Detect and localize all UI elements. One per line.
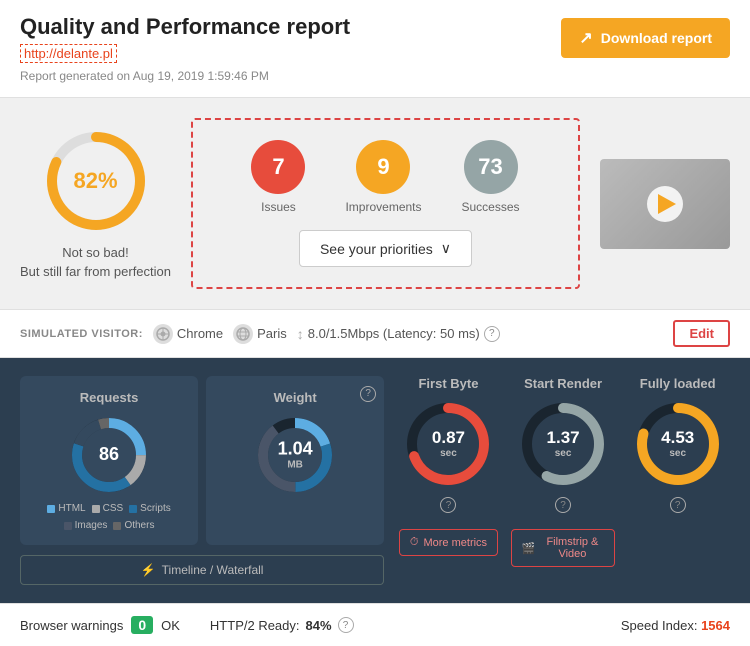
fully-loaded-help[interactable]: ? [670, 497, 686, 513]
requests-value: 86 [99, 445, 119, 465]
requests-legend: HTML CSS Scripts Images Others [34, 503, 184, 531]
issues-row: 7 Issues 9 Improvements 73 Successes [251, 140, 519, 214]
warnings-status: OK [161, 618, 180, 633]
http2-help-icon[interactable]: ? [338, 617, 354, 633]
video-thumbnail[interactable] [600, 159, 730, 249]
warnings-bar: Browser warnings 0 OK HTTP/2 Ready: 84% … [0, 603, 750, 646]
fully-loaded-label: Fully loaded [640, 376, 716, 391]
speed-value-link[interactable]: 1564 [701, 618, 730, 633]
requests-donut: 86 [69, 415, 149, 495]
metrics-section: Requests 86 HTML [0, 358, 750, 603]
start-render-help[interactable]: ? [555, 497, 571, 513]
first-byte-section: First Byte 0.87 sec ? ⏱ More metrics [396, 376, 501, 556]
location-item: Paris [233, 324, 287, 344]
download-report-button[interactable]: ↗ Download report [561, 18, 730, 58]
http2-label: HTTP/2 Ready: [210, 618, 300, 633]
first-byte-value: 0.87 sec [432, 429, 465, 459]
http2-section: HTTP/2 Ready: 84% ? [210, 617, 354, 633]
page-title: Quality and Performance report [20, 14, 350, 40]
visitor-bar: SIMULATED VISITOR: Chrome [0, 309, 750, 358]
weight-help-icon[interactable]: ? [360, 386, 376, 402]
improvements-count-circle: 9 [356, 140, 410, 194]
help-icon[interactable]: ? [484, 326, 500, 342]
score-donut: 82% [41, 126, 151, 236]
improvements-label: Improvements [345, 200, 421, 214]
browser-icon [153, 324, 173, 344]
filmstrip-button[interactable]: 🎬 Filmstrip & Video [511, 529, 616, 567]
site-url-link[interactable]: http://delante.pl [20, 44, 117, 63]
weight-value: 1.04 MB [278, 440, 313, 471]
score-percent: 82% [73, 168, 117, 194]
score-label: Not so bad! But still far from perfectio… [20, 244, 171, 280]
issues-label: Issues [261, 200, 296, 214]
first-byte-donut: 0.87 sec [403, 399, 493, 489]
weight-donut: 1.04 MB [255, 415, 335, 495]
improvements-item: 9 Improvements [345, 140, 421, 214]
more-metrics-button[interactable]: ⏱ More metrics [399, 529, 498, 556]
issues-item: 7 Issues [251, 140, 305, 214]
browser-name: Chrome [177, 326, 223, 341]
first-byte-label: First Byte [418, 376, 478, 391]
requests-label: Requests [80, 390, 139, 405]
chevron-down-icon: ∨ [441, 240, 451, 257]
connection-item: ↕ 8.0/1.5Mbps (Latency: 50 ms) ? [297, 326, 500, 342]
connection-speed: 8.0/1.5Mbps (Latency: 50 ms) [308, 326, 480, 341]
play-button[interactable] [647, 186, 683, 222]
score-section: 82% Not so bad! But still far from perfe… [0, 98, 750, 309]
start-render-donut: 1.37 sec [518, 399, 608, 489]
download-icon: ↗ [579, 28, 592, 48]
start-render-section: Start Render 1.37 sec ? 🎬 Filmstrip & Vi… [511, 376, 616, 567]
see-priorities-button[interactable]: See your priorities ∨ [299, 230, 472, 267]
fully-loaded-section: Fully loaded 4.53 sec ? [625, 376, 730, 513]
successes-count-circle: 73 [464, 140, 518, 194]
successes-label: Successes [462, 200, 520, 214]
film-icon: 🎬 [522, 542, 536, 555]
visitor-left: SIMULATED VISITOR: Chrome [20, 324, 500, 344]
score-circle: 82% Not so bad! But still far from perfe… [20, 126, 171, 280]
warnings-label: Browser warnings [20, 618, 123, 633]
requests-box: Requests 86 HTML [20, 376, 198, 545]
fully-loaded-donut: 4.53 sec [633, 399, 723, 489]
first-byte-help[interactable]: ? [440, 497, 456, 513]
speed-section: Speed Index: 1564 [621, 618, 730, 633]
browser-item: Chrome [153, 324, 223, 344]
weight-label: Weight [274, 390, 317, 405]
edit-button[interactable]: Edit [673, 320, 730, 347]
timeline-icon: ⚡ [141, 563, 156, 577]
video-preview [600, 159, 730, 249]
connection-icon: ↕ [297, 326, 304, 342]
start-render-value: 1.37 sec [547, 429, 580, 459]
location-icon [233, 324, 253, 344]
location-name: Paris [257, 326, 287, 341]
header-left: Quality and Performance report http://de… [20, 14, 350, 83]
http2-value: 84% [306, 618, 332, 633]
speed-label: Speed Index: [621, 618, 698, 633]
generated-date: Report generated on Aug 19, 2019 1:59:46… [20, 69, 350, 83]
play-icon [658, 194, 676, 214]
page-header: Quality and Performance report http://de… [0, 0, 750, 98]
issues-count-circle: 7 [251, 140, 305, 194]
visitor-label: SIMULATED VISITOR: [20, 328, 143, 340]
fully-loaded-value: 4.53 sec [661, 429, 694, 459]
issues-area: 7 Issues 9 Improvements 73 Successes See… [191, 118, 580, 289]
timeline-button[interactable]: ⚡ Timeline / Waterfall [20, 555, 384, 585]
start-render-label: Start Render [524, 376, 602, 391]
successes-item: 73 Successes [462, 140, 520, 214]
clock-icon: ⏱ [410, 536, 419, 549]
weight-box: Weight 1.04 MB [206, 376, 384, 545]
